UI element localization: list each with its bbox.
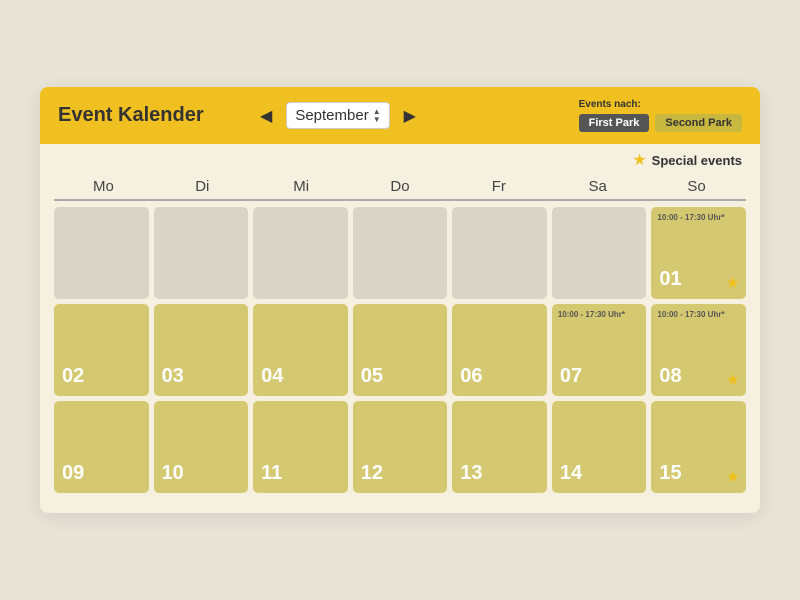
day-number: 05 — [361, 365, 383, 388]
day-number: 09 — [62, 462, 84, 485]
table-row[interactable]: 10:00 - 17:30 Uhr* 01 ★ — [651, 207, 746, 299]
table-row[interactable]: 10:00 - 17:30 Uhr* 07 — [552, 304, 647, 396]
day-header-sa: Sa — [548, 174, 647, 201]
day-number: 14 — [560, 462, 582, 485]
day-number: 07 — [560, 365, 582, 388]
table-row[interactable]: 09 — [54, 401, 149, 493]
table-row[interactable] — [552, 207, 647, 299]
day-number: 04 — [261, 365, 283, 388]
table-row[interactable]: 02 — [54, 304, 149, 396]
calendar-title: Event Kalender — [58, 104, 218, 127]
day-header-mo: Mo — [54, 174, 153, 201]
star-badge-icon: ★ — [726, 370, 740, 390]
star-badge-icon: ★ — [726, 273, 740, 293]
event-time: 10:00 - 17:30 Uhr* — [657, 213, 724, 223]
day-number: 15 — [659, 462, 681, 485]
day-number: 01 — [659, 268, 681, 291]
day-header-so: So — [647, 174, 746, 201]
first-park-button[interactable]: First Park — [579, 114, 650, 132]
table-row[interactable]: 13 — [452, 401, 547, 493]
month-navigation: ◀ September ▲ ▼ ▶ — [254, 102, 422, 129]
table-row[interactable]: 12 — [353, 401, 448, 493]
table-row[interactable] — [452, 207, 547, 299]
month-arrows[interactable]: ▲ ▼ — [373, 108, 381, 124]
second-park-button[interactable]: Second Park — [655, 114, 742, 132]
day-number: 08 — [659, 365, 681, 388]
day-header-mi: Mi — [252, 174, 351, 201]
table-row[interactable]: 14 — [552, 401, 647, 493]
day-number: 03 — [162, 365, 184, 388]
park-buttons-group: First Park Second Park — [579, 114, 742, 132]
calendar-header: Event Kalender ◀ September ▲ ▼ ▶ Events … — [40, 87, 760, 144]
prev-month-button[interactable]: ◀ — [254, 104, 278, 128]
day-number: 06 — [460, 365, 482, 388]
month-label: September — [295, 107, 368, 124]
table-row[interactable] — [253, 207, 348, 299]
calendar-container: Event Kalender ◀ September ▲ ▼ ▶ Events … — [40, 87, 760, 513]
events-nach-label: Events nach: — [579, 99, 641, 110]
star-badge-icon: ★ — [726, 467, 740, 487]
event-time: 10:00 - 17:30 Uhr* — [558, 310, 625, 320]
day-number: 02 — [62, 365, 84, 388]
star-icon: ★ — [632, 150, 646, 170]
table-row[interactable]: 05 — [353, 304, 448, 396]
day-number: 12 — [361, 462, 383, 485]
table-row[interactable]: 04 — [253, 304, 348, 396]
day-number: 10 — [162, 462, 184, 485]
events-nach-section: Events nach: First Park Second Park — [579, 99, 742, 132]
table-row[interactable]: 11 — [253, 401, 348, 493]
day-header-fr: Fr — [449, 174, 548, 201]
table-row[interactable]: 15 ★ — [651, 401, 746, 493]
day-header-di: Di — [153, 174, 252, 201]
special-events-row: ★ Special events — [40, 144, 760, 174]
table-row[interactable] — [353, 207, 448, 299]
event-time: 10:00 - 17:30 Uhr* — [657, 310, 724, 320]
table-row[interactable]: 06 — [452, 304, 547, 396]
month-selector[interactable]: September ▲ ▼ — [286, 102, 389, 129]
day-header-do: Do — [351, 174, 450, 201]
table-row[interactable]: 10:00 - 17:30 Uhr* 08 ★ — [651, 304, 746, 396]
table-row[interactable]: 03 — [154, 304, 249, 396]
table-row[interactable] — [54, 207, 149, 299]
day-headers: Mo Di Mi Do Fr Sa So — [40, 174, 760, 201]
calendar-grid: 10:00 - 17:30 Uhr* 01 ★ 02 03 04 05 06 1… — [40, 207, 760, 493]
table-row[interactable] — [154, 207, 249, 299]
day-number: 11 — [261, 462, 282, 485]
day-number: 13 — [460, 462, 482, 485]
special-events-label: Special events — [652, 153, 742, 168]
table-row[interactable]: 10 — [154, 401, 249, 493]
next-month-button[interactable]: ▶ — [398, 104, 422, 128]
